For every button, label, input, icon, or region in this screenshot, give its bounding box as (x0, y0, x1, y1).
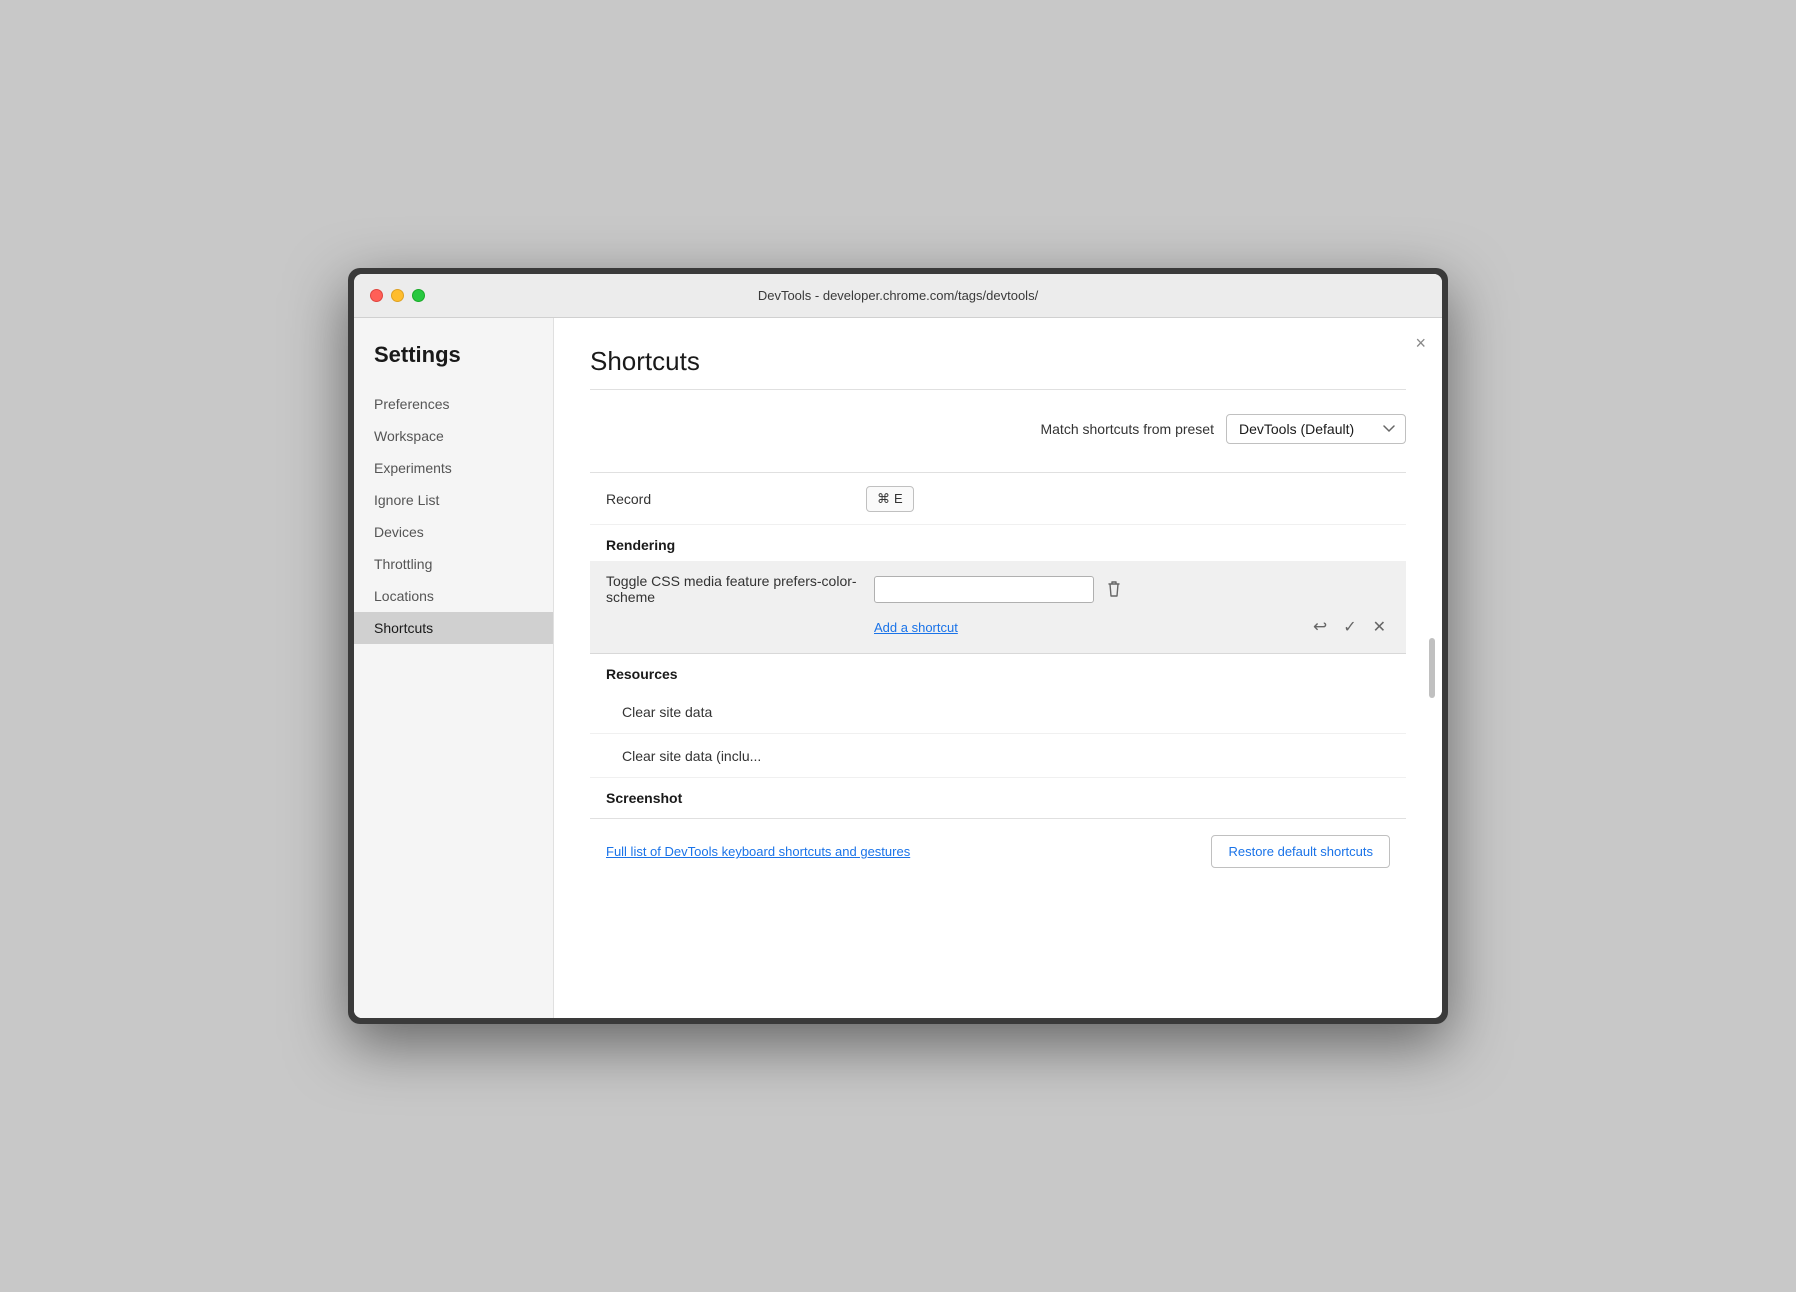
check-icon: ✓ (1343, 617, 1356, 637)
resources-section-header: Resources (590, 654, 1406, 690)
preset-label: Match shortcuts from preset (1040, 421, 1214, 437)
clear-site-data-inclu-label: Clear site data (inclu... (622, 748, 761, 764)
sidebar-item-locations[interactable]: Locations (354, 580, 553, 612)
sidebar-item-shortcuts[interactable]: Shortcuts (354, 612, 553, 644)
editing-row-top: Toggle CSS media feature prefers-color-s… (606, 573, 1390, 605)
sidebar-item-ignore-list[interactable]: Ignore List (354, 484, 553, 516)
editing-actions: ↩ ✓ ✕ (1309, 613, 1390, 641)
editing-row: Toggle CSS media feature prefers-color-s… (590, 561, 1406, 654)
close-traffic-light[interactable] (370, 289, 383, 302)
maximize-traffic-light[interactable] (412, 289, 425, 302)
confirm-button[interactable]: ✓ (1339, 613, 1360, 641)
footer: Full list of DevTools keyboard shortcuts… (590, 818, 1406, 884)
sidebar-item-devices[interactable]: Devices (354, 516, 553, 548)
clear-site-data-label: Clear site data (622, 704, 712, 720)
screenshot-section-header: Screenshot (590, 778, 1406, 814)
scrollbar-thumb (1429, 638, 1435, 698)
record-key-symbol: ⌘ (877, 491, 890, 507)
undo-button[interactable]: ↩ (1309, 613, 1331, 641)
window-body: Settings Preferences Workspace Experimen… (354, 318, 1442, 1018)
browser-window: DevTools - developer.chrome.com/tags/dev… (348, 268, 1448, 1024)
editing-row-bottom: Add a shortcut ↩ ✓ ✕ (606, 613, 1390, 641)
preset-select[interactable]: DevTools (Default) Visual Studio Code (1226, 414, 1406, 444)
sidebar-item-workspace[interactable]: Workspace (354, 420, 553, 452)
sidebar-item-throttling[interactable]: Throttling (354, 548, 553, 580)
shortcut-input-area (874, 576, 1390, 603)
sidebar-heading: Settings (354, 342, 553, 388)
record-key-area: ⌘ E (866, 486, 1390, 512)
restore-defaults-button[interactable]: Restore default shortcuts (1211, 835, 1390, 868)
preset-row: Match shortcuts from preset DevTools (De… (590, 414, 1406, 444)
window-title: DevTools - developer.chrome.com/tags/dev… (758, 288, 1038, 303)
record-shortcut-name: Record (606, 491, 866, 507)
window-content: DevTools - developer.chrome.com/tags/dev… (354, 274, 1442, 1018)
shortcuts-section: Record ⌘ E Rendering Toggle C (590, 472, 1406, 814)
title-divider (590, 389, 1406, 390)
undo-icon: ↩ (1313, 617, 1327, 637)
record-key-letter: E (894, 491, 903, 506)
sidebar-item-experiments[interactable]: Experiments (354, 452, 553, 484)
clear-site-data-inclu-row: Clear site data (inclu... (590, 734, 1406, 778)
add-shortcut-link[interactable]: Add a shortcut (874, 620, 958, 635)
sidebar: Settings Preferences Workspace Experimen… (354, 318, 554, 1018)
delete-shortcut-button[interactable] (1102, 576, 1126, 602)
close-button[interactable]: × (1415, 334, 1426, 352)
title-bar: DevTools - developer.chrome.com/tags/dev… (354, 274, 1442, 318)
page-title: Shortcuts (590, 346, 1406, 377)
editing-shortcut-name: Toggle CSS media feature prefers-color-s… (606, 573, 866, 605)
clear-site-data-row: Clear site data (590, 690, 1406, 734)
full-list-link[interactable]: Full list of DevTools keyboard shortcuts… (606, 844, 910, 859)
traffic-lights (370, 289, 425, 302)
record-key-badge: ⌘ E (866, 486, 914, 512)
cancel-editing-button[interactable]: ✕ (1369, 613, 1390, 641)
x-icon: ✕ (1373, 617, 1386, 637)
rendering-section-header: Rendering (590, 525, 1406, 561)
scrollbar-track[interactable] (1428, 438, 1436, 958)
main-content: × Shortcuts Match shortcuts from preset … (554, 318, 1442, 1018)
minimize-traffic-light[interactable] (391, 289, 404, 302)
shortcut-key-input[interactable] (874, 576, 1094, 603)
sidebar-item-preferences[interactable]: Preferences (354, 388, 553, 420)
record-shortcut-row: Record ⌘ E (590, 473, 1406, 525)
